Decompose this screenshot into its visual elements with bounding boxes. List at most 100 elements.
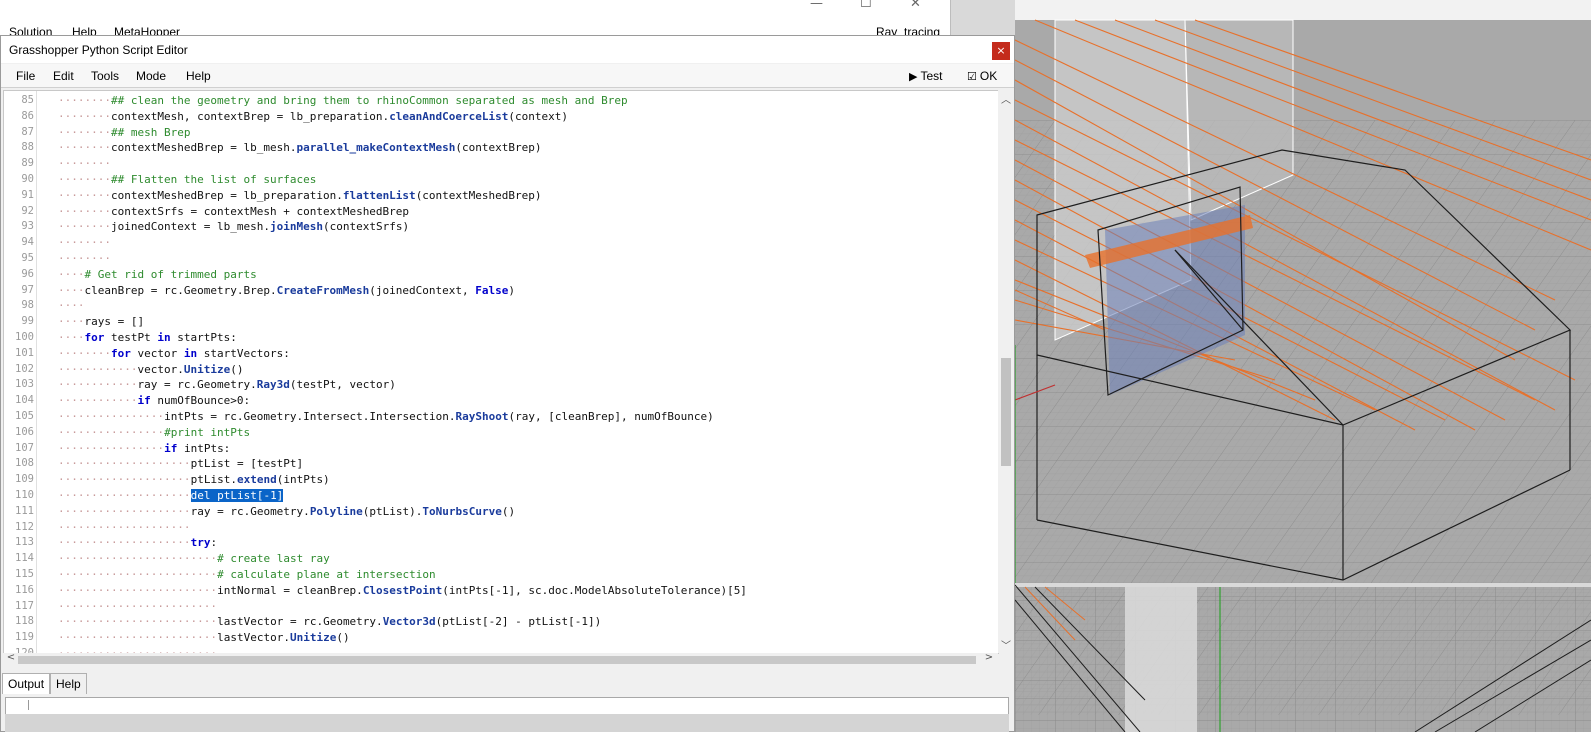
code-token: (joinedContext, xyxy=(369,283,476,297)
code-token: joinedContext = lb_mesh. xyxy=(111,220,270,234)
vertical-scroll-thumb[interactable] xyxy=(1001,358,1011,466)
code-line[interactable]: 101 ········ for vector in startVectors: xyxy=(4,346,998,362)
indent-guide: ···················· xyxy=(58,520,191,534)
code-line[interactable]: 100 ···· for testPt in startPts: xyxy=(4,330,998,346)
indent-guide: ························ xyxy=(58,631,217,645)
code-line[interactable]: 105 ················ intPts = rc.Geometry.… xyxy=(4,409,998,425)
code-token: #print intPts xyxy=(164,425,251,439)
code-text: contextMesh, contextBrep = lb_preparatio… xyxy=(111,109,568,125)
code-line[interactable]: 98 ···· xyxy=(4,298,998,314)
scroll-down-icon[interactable]: ﹀ xyxy=(998,637,1014,652)
test-button[interactable]: ▶ Test xyxy=(909,67,942,85)
code-line[interactable]: 90 ········ ## Flatten the list of surface… xyxy=(4,172,998,188)
code-line[interactable]: 104 ············ if numOfBounce>0: xyxy=(4,393,998,409)
code-line[interactable]: 87 ········ ## mesh Brep xyxy=(4,125,998,141)
play-icon: ▶ xyxy=(909,70,918,83)
code-token: : xyxy=(210,536,218,550)
line-number: 110 xyxy=(15,489,34,501)
horizontal-scroll-thumb[interactable] xyxy=(18,656,976,664)
code-line[interactable]: 93 ········ joinedContext = lb_mesh.joinMe… xyxy=(4,219,998,235)
indent-guide: ········ xyxy=(58,204,111,218)
code-line[interactable]: 86 ········ contextMesh, contextBrep = lb_… xyxy=(4,109,998,125)
code-text: ray = rc.Geometry.Ray3d(testPt, vector) xyxy=(138,377,396,393)
background-grasshopper-window: — ☐ ✕ Solution Help MetaHopper Ray_traci… xyxy=(0,0,951,39)
code-line[interactable]: 102 ············ vector.Unitize() xyxy=(4,362,998,378)
editor-title: Grasshopper Python Script Editor xyxy=(9,43,188,57)
code-line[interactable]: 88 ········ contextMeshedBrep = lb_mesh.pa… xyxy=(4,140,998,156)
code-line[interactable]: 110 ···················· del ptList[-1] xyxy=(4,488,998,504)
code-editor[interactable]: 85 ········ ## clean the geometry and brin… xyxy=(3,90,999,654)
indent-guide: ················ xyxy=(58,441,164,455)
ok-button[interactable]: ☑ OK xyxy=(967,67,997,85)
code-text: joinedContext = lb_mesh.joinMesh(context… xyxy=(111,219,409,235)
code-line[interactable]: 113 ···················· try: xyxy=(4,535,998,551)
check-icon: ☑ xyxy=(967,70,977,83)
menu-edit[interactable]: Edit xyxy=(53,69,74,83)
code-line[interactable]: 95 ········ xyxy=(4,251,998,267)
code-token: ptList = [testPt] xyxy=(190,457,304,471)
code-token: CreateFromMesh xyxy=(276,283,370,297)
close-window-button[interactable]: ✕ xyxy=(910,0,921,11)
code-line[interactable]: 97 ···· cleanBrep = rc.Geometry.Brep.Creat… xyxy=(4,283,998,299)
indent-guide: ········ xyxy=(58,94,111,107)
code-text: ptList = [testPt] xyxy=(191,456,304,472)
menu-mode[interactable]: Mode xyxy=(136,69,166,83)
code-line[interactable]: 96 ···· # Get rid of trimmed parts xyxy=(4,267,998,283)
code-line[interactable]: 118 ························ lastVector = … xyxy=(4,614,998,630)
menu-file[interactable]: File xyxy=(16,69,35,83)
code-line[interactable]: 99 ···· rays = [] xyxy=(4,314,998,330)
code-text: #print intPts xyxy=(164,425,250,441)
selected-text: del ptList[-1] xyxy=(190,489,284,502)
line-number: 97 xyxy=(21,283,34,296)
code-line[interactable]: 112 ···················· xyxy=(4,520,998,536)
code-text: # create last ray xyxy=(217,551,330,567)
code-line[interactable]: 107 ················ if intPts: xyxy=(4,441,998,457)
indent-guide: ············ xyxy=(58,378,138,392)
close-icon[interactable]: × xyxy=(992,42,1010,60)
code-line[interactable]: 111 ···················· ray = rc.Geometry… xyxy=(4,504,998,520)
code-token: intPts: xyxy=(177,441,231,455)
code-line[interactable]: 85 ········ ## clean the geometry and brin… xyxy=(4,93,998,109)
code-text: vector.Unitize() xyxy=(138,362,244,378)
code-line[interactable]: 115 ························ # calculate p… xyxy=(4,567,998,583)
line-number: 94 xyxy=(21,236,34,249)
code-token: vector xyxy=(130,346,184,360)
scroll-left-icon[interactable]: < xyxy=(4,652,18,666)
code-line[interactable]: 103 ············ ray = rc.Geometry.Ray3d(t… xyxy=(4,377,998,393)
code-token: Ray3d xyxy=(256,378,290,392)
rhino-viewport[interactable] xyxy=(1015,0,1591,732)
code-line[interactable]: 108 ···················· ptList = [testPt] xyxy=(4,456,998,472)
code-token: False xyxy=(475,283,509,297)
code-line[interactable]: 109 ···················· ptList.extend(int… xyxy=(4,472,998,488)
menu-tools[interactable]: Tools xyxy=(91,69,119,83)
line-number: 86 xyxy=(21,109,34,122)
code-token: testPt xyxy=(104,331,158,344)
code-line[interactable]: 119 ························ lastVector.Un… xyxy=(4,630,998,646)
tab-output[interactable]: Output xyxy=(2,673,51,694)
scroll-up-icon[interactable]: ︿ xyxy=(998,91,1014,106)
code-token: startVectors: xyxy=(197,346,290,360)
code-line[interactable]: 94 ········ xyxy=(4,235,998,251)
code-token: # calculate plane at intersection xyxy=(217,568,436,581)
editor-titlebar[interactable]: Grasshopper Python Script Editor × xyxy=(1,36,1014,63)
horizontal-scrollbar[interactable]: < > xyxy=(2,652,998,667)
code-token: if xyxy=(164,441,178,455)
bottom-tab-strip: Output Help xyxy=(2,673,1010,695)
code-line[interactable]: 117 ························ xyxy=(4,599,998,615)
vertical-scrollbar[interactable]: ︿ ﹀ xyxy=(998,90,1014,653)
code-line[interactable]: 106 ················ #print intPts xyxy=(4,425,998,441)
code-line[interactable]: 116 ························ intNormal = c… xyxy=(4,583,998,599)
line-number: 98 xyxy=(21,299,34,312)
tab-help[interactable]: Help xyxy=(50,673,87,694)
code-line[interactable]: 91 ········ contextMeshedBrep = lb_prepara… xyxy=(4,188,998,204)
maximize-button[interactable]: ☐ xyxy=(860,0,872,11)
code-line[interactable]: 114 ························ # create last… xyxy=(4,551,998,567)
code-text: lastVector = rc.Geometry.Vector3d(ptList… xyxy=(217,614,601,630)
scroll-right-icon[interactable]: > xyxy=(982,652,996,666)
code-token: contextMesh, contextBrep = lb_preparatio… xyxy=(111,109,390,123)
minimize-button[interactable]: — xyxy=(810,0,823,11)
line-number: 103 xyxy=(15,378,34,391)
menu-help[interactable]: Help xyxy=(186,69,211,83)
code-line[interactable]: 89 ········ xyxy=(4,156,998,172)
code-line[interactable]: 92 ········ contextSrfs = contextMesh + co… xyxy=(4,204,998,220)
